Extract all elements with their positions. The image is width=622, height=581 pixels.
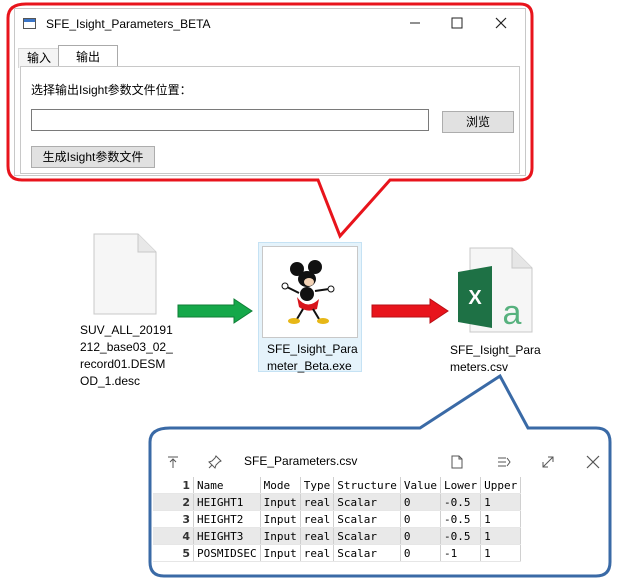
minimize-icon <box>410 22 420 24</box>
table-cell[interactable]: Input <box>260 493 301 511</box>
close-icon[interactable] <box>586 455 600 469</box>
table-cell[interactable]: 1 <box>480 493 522 511</box>
close-button[interactable] <box>479 11 523 37</box>
csv-viewer-title: SFE_Parameters.csv <box>244 454 358 468</box>
table-cell[interactable]: Scalar <box>333 510 401 528</box>
table-cell[interactable]: 0 <box>400 544 441 562</box>
table-cell[interactable]: Lower <box>440 477 482 494</box>
table-cell[interactable]: Scalar <box>333 527 401 545</box>
desc-file-label-line: 212_base03_02_ <box>80 340 173 354</box>
table-cell[interactable]: 1 <box>480 527 522 545</box>
row-number: 3 <box>153 510 194 528</box>
minimize-button[interactable] <box>393 11 437 37</box>
excel-x-letter: X <box>468 287 482 309</box>
table-row[interactable]: 3 HEIGHT2 Input real Scalar 0 -0.5 1 <box>153 510 522 528</box>
red-arrow <box>371 298 449 324</box>
new-file-icon[interactable] <box>450 455 464 469</box>
maximize-icon <box>451 17 463 29</box>
table-cell[interactable]: 1 <box>480 510 522 528</box>
close-icon <box>495 17 507 29</box>
table-cell[interactable]: -1 <box>440 544 482 562</box>
table-cell[interactable]: Input <box>260 544 301 562</box>
table-cell[interactable]: POSMIDSEC <box>193 544 261 562</box>
csv-table: 1 Name Mode Type Structure Value Lower U… <box>153 477 522 562</box>
table-cell[interactable]: Upper <box>480 477 522 494</box>
move-to-top-icon[interactable] <box>166 455 180 469</box>
mickey-mouse-icon <box>281 260 335 324</box>
table-cell[interactable]: HEIGHT2 <box>193 510 261 528</box>
table-cell[interactable]: real <box>300 510 335 528</box>
table-cell[interactable]: 0 <box>400 510 441 528</box>
generate-params-button[interactable]: 生成Isight参数文件 <box>31 146 155 168</box>
table-cell[interactable]: 0 <box>400 527 441 545</box>
table-cell[interactable]: HEIGHT1 <box>193 493 261 511</box>
document-file-icon <box>93 233 157 315</box>
table-cell[interactable]: 0 <box>400 493 441 511</box>
table-cell[interactable]: -0.5 <box>440 493 482 511</box>
output-location-label: 选择输出Isight参数文件位置： <box>31 83 192 97</box>
table-row[interactable]: 1 Name Mode Type Structure Value Lower U… <box>153 477 522 494</box>
row-number: 1 <box>153 477 194 494</box>
row-number: 4 <box>153 527 194 545</box>
table-row[interactable]: 2 HEIGHT1 Input real Scalar 0 -0.5 1 <box>153 493 522 511</box>
desc-file-label-line: SUV_ALL_20191 <box>80 323 173 337</box>
table-cell[interactable]: real <box>300 544 335 562</box>
table-cell[interactable]: Value <box>400 477 441 494</box>
maximize-button[interactable] <box>435 11 479 37</box>
browse-button[interactable]: 浏览 <box>442 111 514 133</box>
exe-file-label-line: SFE_Isight_Para <box>267 342 358 356</box>
table-cell[interactable]: Input <box>260 510 301 528</box>
row-number: 2 <box>153 493 194 511</box>
exe-thumbnail <box>262 246 358 338</box>
table-cell[interactable]: -0.5 <box>440 527 482 545</box>
table-cell[interactable]: Mode <box>260 477 301 494</box>
tab-output[interactable]: 输出 <box>58 45 118 68</box>
table-cell[interactable]: Scalar <box>333 544 401 562</box>
wrap-icon[interactable] <box>497 455 511 469</box>
table-cell[interactable]: Type <box>300 477 335 494</box>
csv-file-label-line: SFE_Isight_Para <box>450 343 541 357</box>
table-row[interactable]: 5 POSMIDSEC Input real Scalar 0 -1 1 <box>153 544 522 562</box>
table-cell[interactable]: Structure <box>333 477 401 494</box>
table-cell[interactable]: real <box>300 527 335 545</box>
exe-file-item[interactable]: SFE_Isight_Para meter_Beta.exe <box>258 242 362 373</box>
table-row[interactable]: 4 HEIGHT3 Input real Scalar 0 -0.5 1 <box>153 527 522 545</box>
excel-a-letter: a <box>503 294 522 332</box>
table-cell[interactable]: real <box>300 493 335 511</box>
app-window: SFE_Isight_Parameters_BETA 输入 输出 选择输出Isi… <box>14 8 526 176</box>
expand-icon[interactable] <box>541 455 555 469</box>
excel-csv-file-icon: X a <box>458 247 533 333</box>
output-path-input[interactable] <box>31 109 429 131</box>
window-title: SFE_Isight_Parameters_BETA <box>46 17 211 31</box>
pin-icon[interactable] <box>208 455 222 469</box>
table-cell[interactable]: Name <box>193 477 261 494</box>
table-cell[interactable]: Input <box>260 527 301 545</box>
app-window-icon <box>23 18 36 29</box>
table-cell[interactable]: -0.5 <box>440 510 482 528</box>
output-panel: 选择输出Isight参数文件位置： 浏览 生成Isight参数文件 <box>20 66 520 174</box>
table-cell[interactable]: HEIGHT3 <box>193 527 261 545</box>
green-arrow <box>177 298 253 324</box>
row-number: 5 <box>153 544 194 562</box>
title-bar: SFE_Isight_Parameters_BETA <box>15 9 525 39</box>
table-cell[interactable]: Scalar <box>333 493 401 511</box>
tab-input[interactable]: 输入 <box>18 48 60 68</box>
table-cell[interactable]: 1 <box>480 544 522 562</box>
